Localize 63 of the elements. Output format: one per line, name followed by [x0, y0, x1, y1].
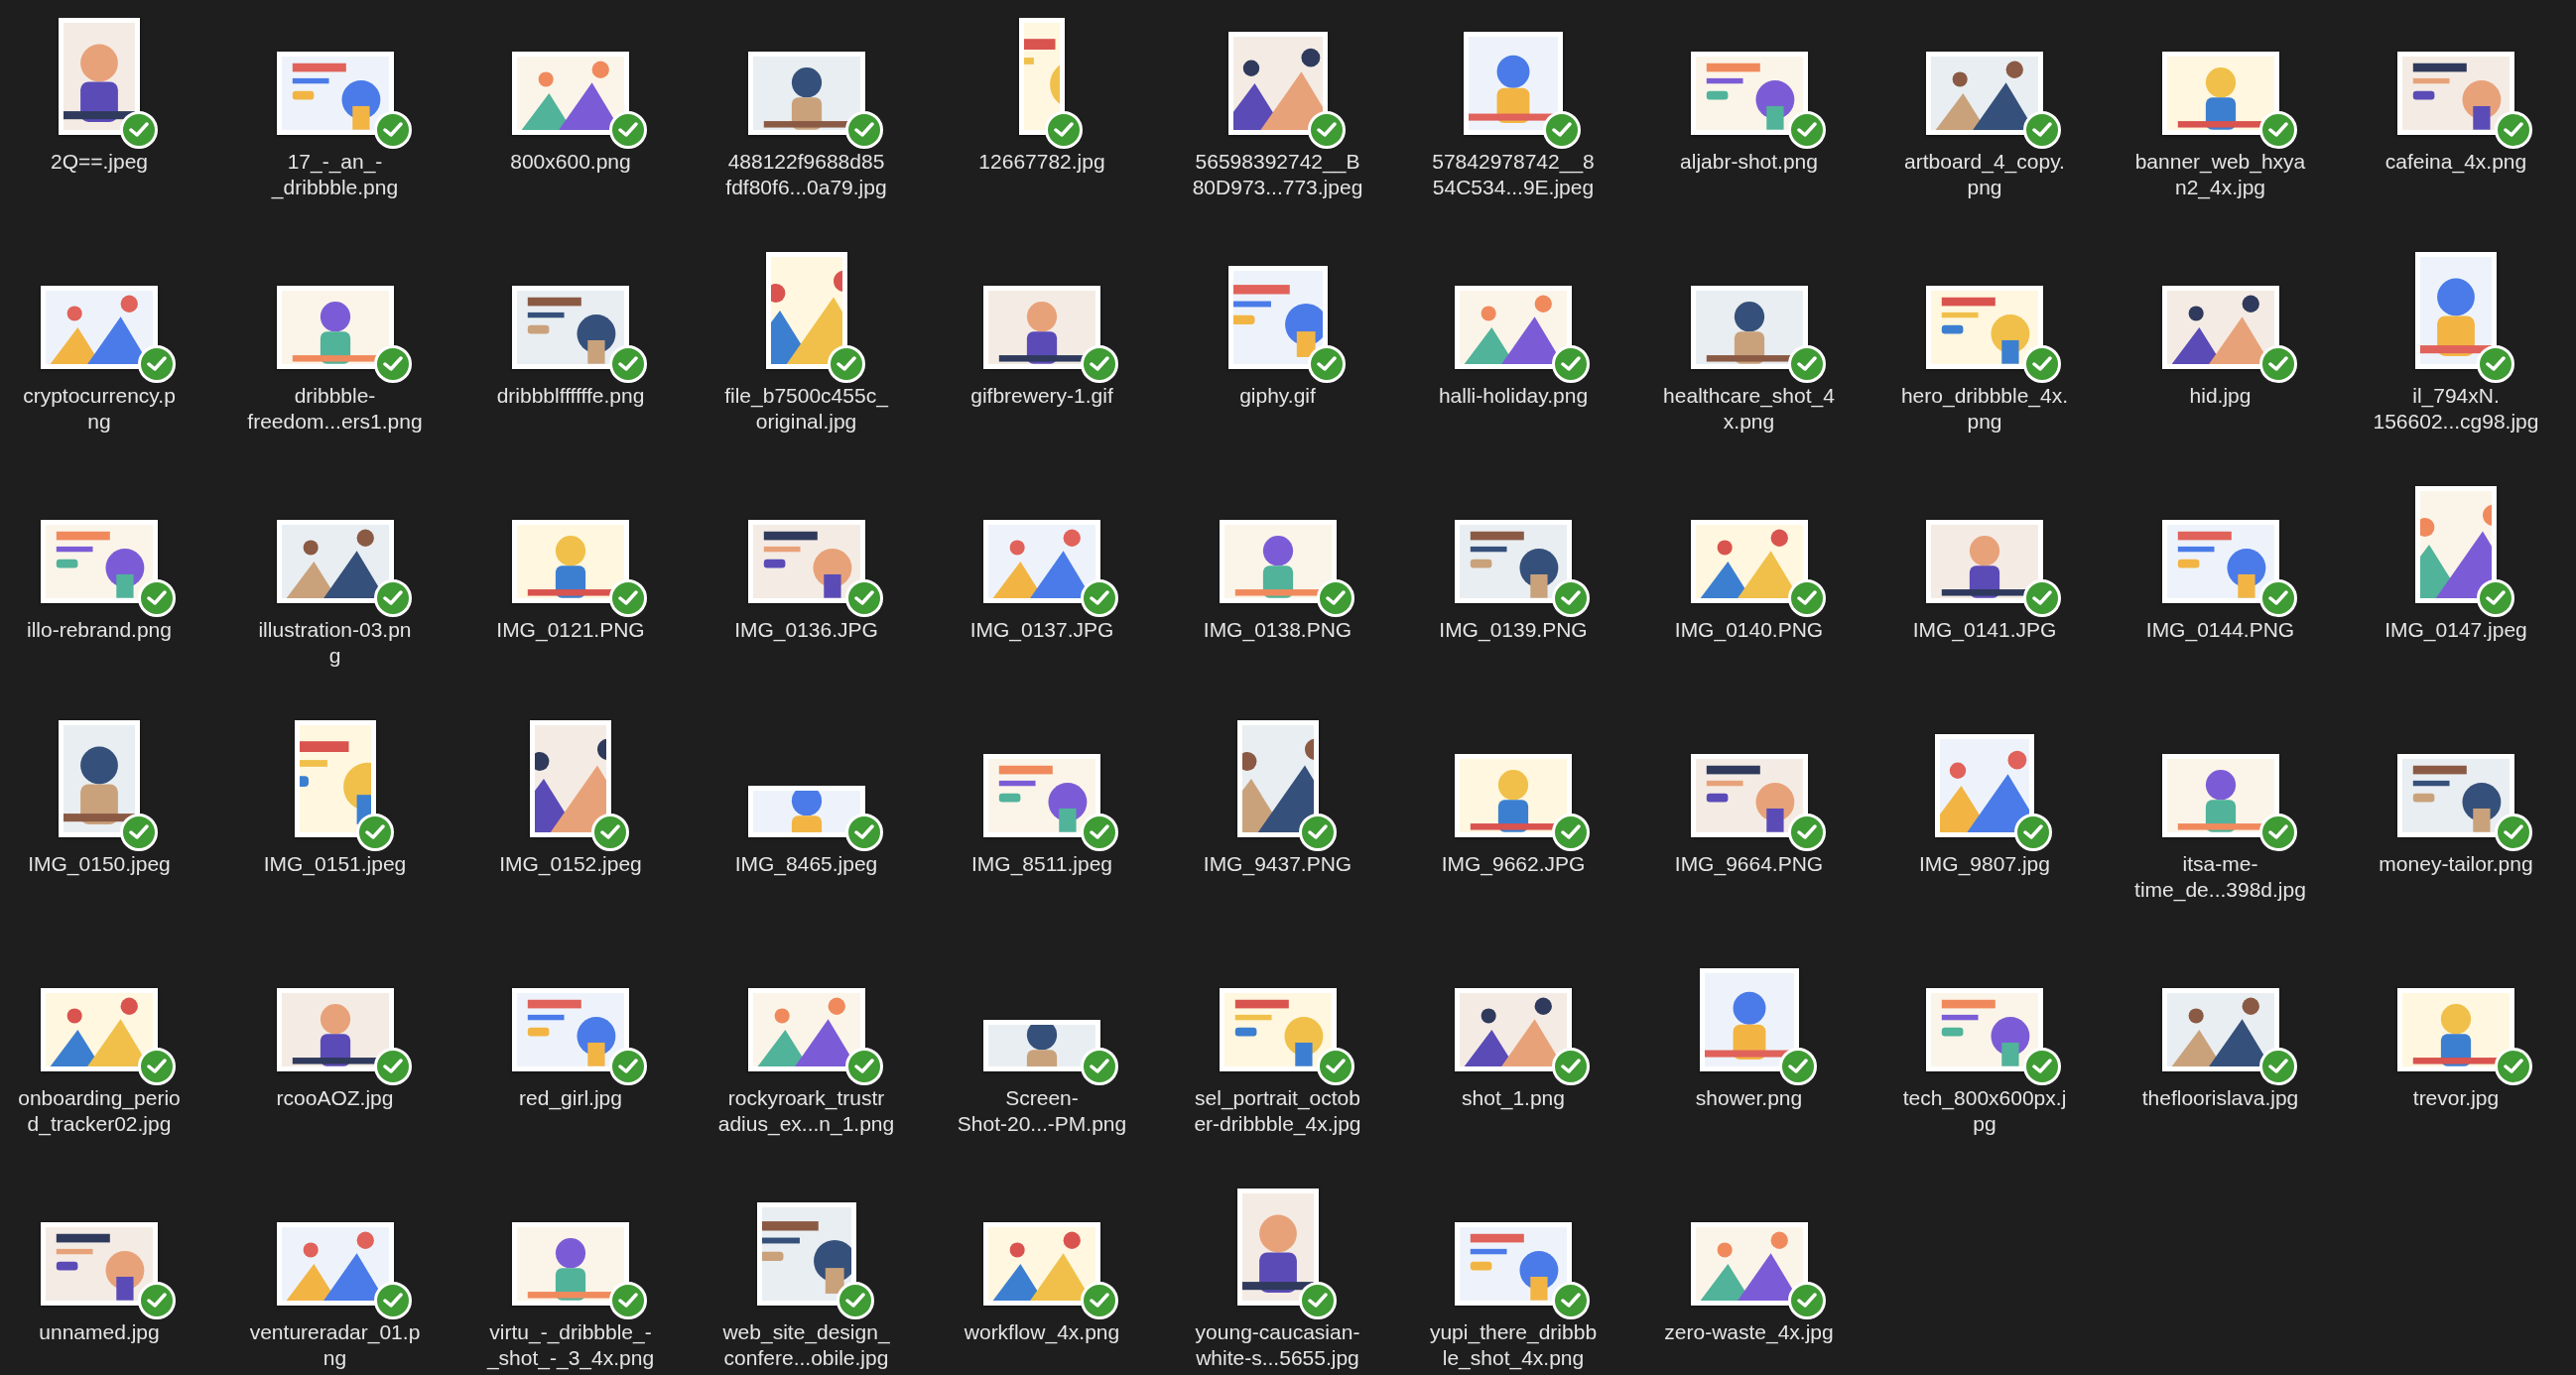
file-name: cryptocurrency.p ng — [22, 383, 177, 435]
file-name: yupi_there_dribbb le_shot_4x.png — [1428, 1319, 1599, 1371]
file-name: rockyroark_trustr adius_ex...n_1.png — [716, 1085, 896, 1137]
file-name: hero_dribbble_4x. png — [1899, 383, 2070, 435]
file-name: dribbble- freedom...ers1.png — [246, 383, 424, 435]
file-name: halli-holiday.png — [1437, 383, 1590, 409]
file-name: giphy.gif — [1238, 383, 1317, 409]
file-name: workflow_4x.png — [963, 1319, 1121, 1345]
file-name: IMG_0138.PNG — [1202, 617, 1353, 643]
file-name: 17_-_an_- _dribbble.png — [270, 149, 400, 200]
file-name: IMG_0151.jpeg — [262, 851, 408, 877]
file-name: ventureradar_01.p ng — [248, 1319, 422, 1371]
file-name: Screen- Shot-20...-PM.png — [956, 1085, 1128, 1137]
file-name: illo-rebrand.png — [26, 617, 173, 643]
file-name: IMG_9807.jpg — [1918, 851, 2051, 877]
file-name: hid.jpg — [2188, 383, 2253, 409]
file-name: healthcare_shot_4 x.png — [1662, 383, 1836, 435]
file-name: IMG_0137.JPG — [968, 617, 1115, 643]
file-name: IMG_0144.PNG — [2144, 617, 2296, 643]
file-name: IMG_9437.PNG — [1202, 851, 1353, 877]
file-name: IMG_0139.PNG — [1438, 617, 1589, 643]
file-name: 12667782.jpg — [977, 149, 1106, 175]
file-name: IMG_0141.JPG — [1911, 617, 2058, 643]
file-name: sel_portrait_octob er-dribbble_4x.jpg — [1193, 1085, 1362, 1137]
file-name: banner_web_hxya n2_4x.jpg — [2133, 149, 2307, 200]
file-name: IMG_0147.jpeg — [2383, 617, 2528, 643]
file-name: onboarding_perio d_tracker02.jpg — [17, 1085, 182, 1137]
file-name: itsa-me- time_de...398d.jpg — [2133, 851, 2307, 903]
file-name: IMG_9662.JPG — [1440, 851, 1587, 877]
file-name: IMG_0121.PNG — [495, 617, 646, 643]
file-name: IMG_0152.jpeg — [498, 851, 643, 877]
file-name: cafeina_4x.png — [2383, 149, 2528, 175]
file-name: 2Q==.jpeg — [49, 149, 150, 175]
file-name: IMG_8465.jpeg — [733, 851, 879, 877]
file-name: IMG_0140.PNG — [1673, 617, 1825, 643]
file-name: rcooAOZ.jpg — [275, 1085, 395, 1111]
file-name: IMG_8511.jpeg — [969, 851, 1113, 877]
file-name: young-caucasian- white-s...5655.jpg — [1194, 1319, 1361, 1371]
file-name: trevor.jpg — [2411, 1085, 2501, 1111]
file-name: unnamed.jpg — [38, 1319, 161, 1345]
file-name: virtu_-_dribbble_- _shot_-_3_4x.png — [485, 1319, 656, 1371]
file-name: shot_1.png — [1461, 1085, 1566, 1111]
file-name: artboard_4_copy. png — [1903, 149, 2066, 200]
file-name: zero-waste_4x.jpg — [1663, 1319, 1835, 1345]
file-name: 56598392742__B 80D973...773.jpeg — [1191, 149, 1364, 200]
file-name: tech_800x600px.j pg — [1901, 1085, 2068, 1137]
file-name: red_girl.jpg — [518, 1085, 623, 1111]
file-name: money-tailor.png — [2378, 851, 2534, 877]
file-name: 57842978742__8 54C534...9E.jpeg — [1431, 149, 1596, 200]
file-name: 488122f9688d85 fdf80f6...0a79.jpg — [724, 149, 888, 200]
file-name: web_site_design_ confere...obile.jpg — [721, 1319, 891, 1371]
file-name: gifbrewery-1.gif — [969, 383, 1114, 409]
file-name: shower.png — [1694, 1085, 1804, 1111]
file-name: dribbblffffffe.png — [495, 383, 646, 409]
file-name: IMG_0150.jpeg — [27, 851, 172, 877]
file-name: illustration-03.pn g — [257, 617, 413, 669]
file-name: il_794xN. 156602...cg98.jpg — [2372, 383, 2540, 435]
file-name: aljabr-shot.png — [1679, 149, 1819, 175]
file-name: IMG_9664.PNG — [1673, 851, 1825, 877]
file-name: thefloorislava.jpg — [2140, 1085, 2300, 1111]
file-name: IMG_0136.JPG — [733, 617, 879, 643]
file-name: file_b7500c455c_ original.jpg — [723, 383, 890, 435]
file-name: 800x600.png — [509, 149, 632, 175]
